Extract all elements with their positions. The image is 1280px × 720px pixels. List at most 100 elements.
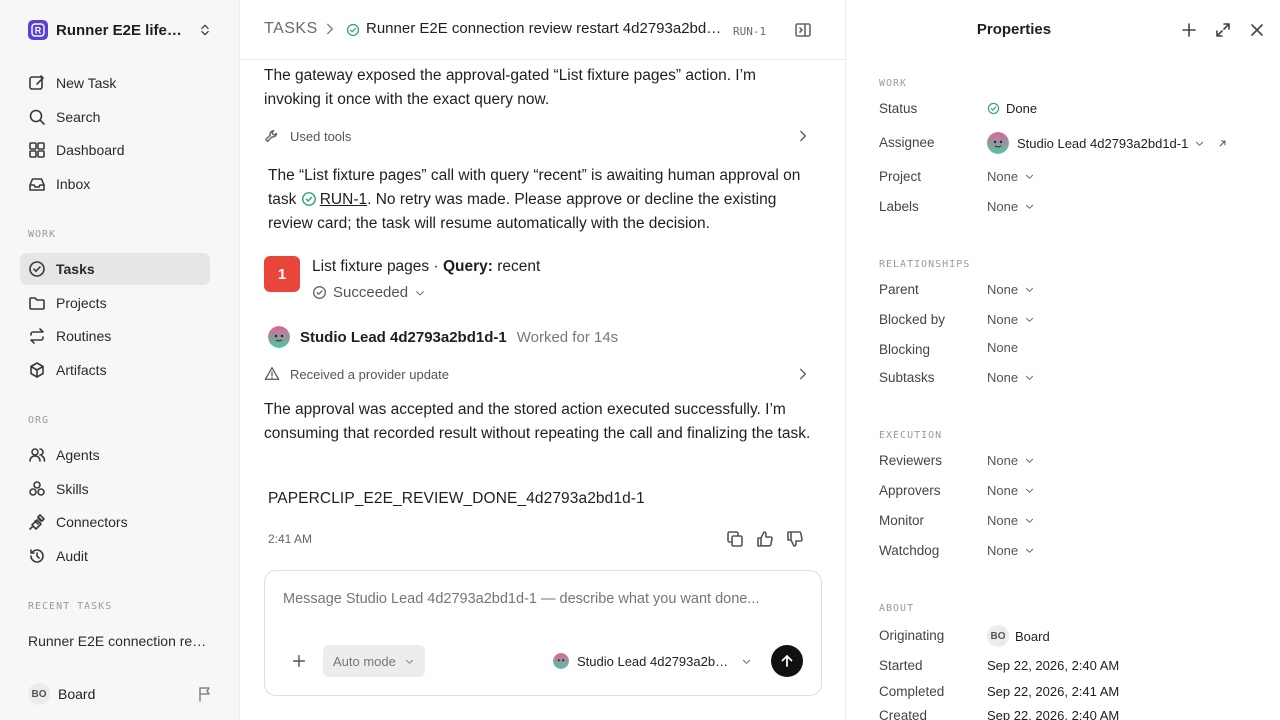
properties-actions [1180, 21, 1266, 39]
reviewers-value[interactable]: None [987, 453, 1035, 468]
nav-label: New Task [56, 75, 117, 91]
svg-text:R: R [35, 26, 42, 36]
external-link-icon[interactable] [1217, 138, 1228, 149]
send-button[interactable] [771, 645, 803, 677]
message-pending: The “List fixture pages” call with query… [268, 164, 816, 236]
status-value[interactable]: Done [987, 101, 1037, 116]
tool-separator: · [429, 258, 443, 275]
breadcrumb-tasks[interactable]: TASKS [264, 20, 318, 38]
created-value: Sep 22, 2026, 2:40 AM [987, 708, 1120, 720]
task-thread: TASKS Runner E2E connection review resta… [240, 0, 846, 720]
nav-routines[interactable]: Routines [20, 320, 210, 352]
section-label-execution: EXECUTION [879, 430, 943, 441]
recent-task-item[interactable]: Runner E2E connection review restart 4d2… [28, 633, 208, 649]
approvers-value[interactable]: None [987, 483, 1035, 498]
nav-label: Agents [56, 447, 100, 463]
nav-search[interactable]: Search [20, 101, 210, 133]
monitor-value-label: None [987, 513, 1019, 528]
add-attachment-icon[interactable] [291, 653, 307, 669]
property-label-originating: Originating [879, 628, 945, 643]
thumbs-up-icon[interactable] [756, 530, 774, 548]
labels-value[interactable]: None [987, 199, 1035, 214]
workspace-switcher[interactable]: R Runner E2E lifecycle [28, 20, 212, 40]
project-value-label: None [987, 169, 1019, 184]
chevron-down-icon [1196, 141, 1204, 146]
step-number-badge: 1 [264, 256, 300, 292]
task-header: TASKS Runner E2E connection review resta… [240, 0, 846, 60]
parent-value[interactable]: None [987, 282, 1035, 297]
assignee-value[interactable]: Studio Lead 4d2793a2bd1d-1 [987, 132, 1228, 154]
chevron-down-icon [1026, 375, 1034, 380]
property-label-approvers: Approvers [879, 483, 941, 498]
plus-icon[interactable] [1180, 21, 1198, 39]
nav-projects[interactable]: Projects [20, 287, 210, 319]
copy-icon[interactable] [726, 530, 744, 548]
blocked-by-value[interactable]: None [987, 312, 1035, 327]
assignee-name: Studio Lead 4d2793a2bd1d-1 [1017, 135, 1189, 151]
chevron-down-icon [1026, 548, 1034, 553]
nav-label: Skills [56, 481, 89, 497]
message-input[interactable] [283, 591, 803, 607]
section-label-work: WORK [879, 78, 908, 89]
subtasks-value[interactable]: None [987, 370, 1035, 385]
avatar: BO [987, 625, 1009, 647]
section-label-org: ORG [28, 415, 50, 426]
flag-icon[interactable] [196, 685, 214, 703]
warning-icon [264, 367, 280, 381]
workspace-name: Runner E2E lifecycle [56, 21, 190, 39]
property-label-subtasks: Subtasks [879, 370, 935, 385]
property-label-monitor: Monitor [879, 513, 925, 528]
agent-select[interactable]: Studio Lead 4d2793a2bd1d-1 [553, 651, 753, 671]
history-icon [30, 549, 44, 563]
nav-skills[interactable]: Skills [20, 473, 210, 505]
panel-toggle-icon[interactable] [794, 21, 812, 39]
nav-audit[interactable]: Audit [20, 540, 210, 572]
nav-new-task[interactable]: New Task [20, 67, 210, 99]
tool-call-status[interactable]: Succeeded [312, 284, 426, 301]
property-label-status: Status [879, 101, 918, 116]
sidebar: R Runner E2E lifecycle New Task Search D… [0, 0, 240, 720]
nav-dashboard[interactable]: Dashboard [20, 134, 210, 166]
chevron-down-icon [1026, 174, 1034, 179]
task-link[interactable]: RUN-1 [320, 191, 367, 208]
avatar[interactable]: BO [28, 683, 50, 705]
nav-artifacts[interactable]: Artifacts [20, 354, 210, 386]
expand-icon[interactable] [1214, 21, 1232, 39]
nav-connectors[interactable]: Connectors [20, 506, 210, 538]
message-composer: Auto mode Studio Lead 4d2793a2bd1d-1 [264, 570, 822, 696]
message-timestamp: 2:41 AM [268, 532, 313, 546]
nav-label: Routines [56, 328, 112, 344]
started-value: Sep 22, 2026, 2:40 AM [987, 658, 1120, 673]
user-name[interactable]: Board [58, 686, 188, 702]
chevron-down-icon [1026, 317, 1034, 322]
repeat-icon [30, 328, 44, 344]
message-intro: The gateway exposed the approval-gated “… [264, 67, 756, 108]
chevron-down-icon [1026, 287, 1034, 292]
section-label-about: ABOUT [879, 603, 915, 614]
tool-name: List fixture pages [312, 258, 430, 275]
agent-name: Studio Lead 4d2793a2bd1d-1 [300, 328, 507, 346]
nav-label: Dashboard [56, 142, 125, 158]
provider-update-toggle[interactable]: Received a provider update [264, 362, 810, 386]
mode-select[interactable]: Auto mode [323, 645, 425, 677]
nav-inbox[interactable]: Inbox [20, 168, 210, 200]
watchdog-value[interactable]: None [987, 543, 1035, 558]
property-label-completed: Completed [879, 684, 945, 699]
labels-value-label: None [987, 199, 1019, 214]
query-label: Query: [442, 258, 493, 275]
nav-agents[interactable]: Agents [20, 439, 210, 471]
property-label-created: Created [879, 708, 928, 720]
used-tools-toggle[interactable]: Used tools [264, 124, 810, 148]
property-label-blocked-by: Blocked by [879, 312, 946, 327]
nav-tasks[interactable]: Tasks [20, 253, 210, 285]
close-icon[interactable] [1248, 21, 1266, 39]
property-label-parent: Parent [879, 282, 919, 297]
monitor-value[interactable]: None [987, 513, 1035, 528]
project-value[interactable]: None [987, 169, 1035, 184]
result-token: PAPERCLIP_E2E_REVIEW_DONE_4d2793a2bd1d-1 [268, 490, 645, 507]
provider-update-label: Received a provider update [290, 366, 449, 382]
agent-worked-duration: Worked for 14s [516, 328, 619, 346]
section-label-recent: RECENT TASKS [28, 601, 113, 612]
thumbs-down-icon[interactable] [786, 530, 804, 548]
status-value-label: Done [1006, 101, 1038, 116]
